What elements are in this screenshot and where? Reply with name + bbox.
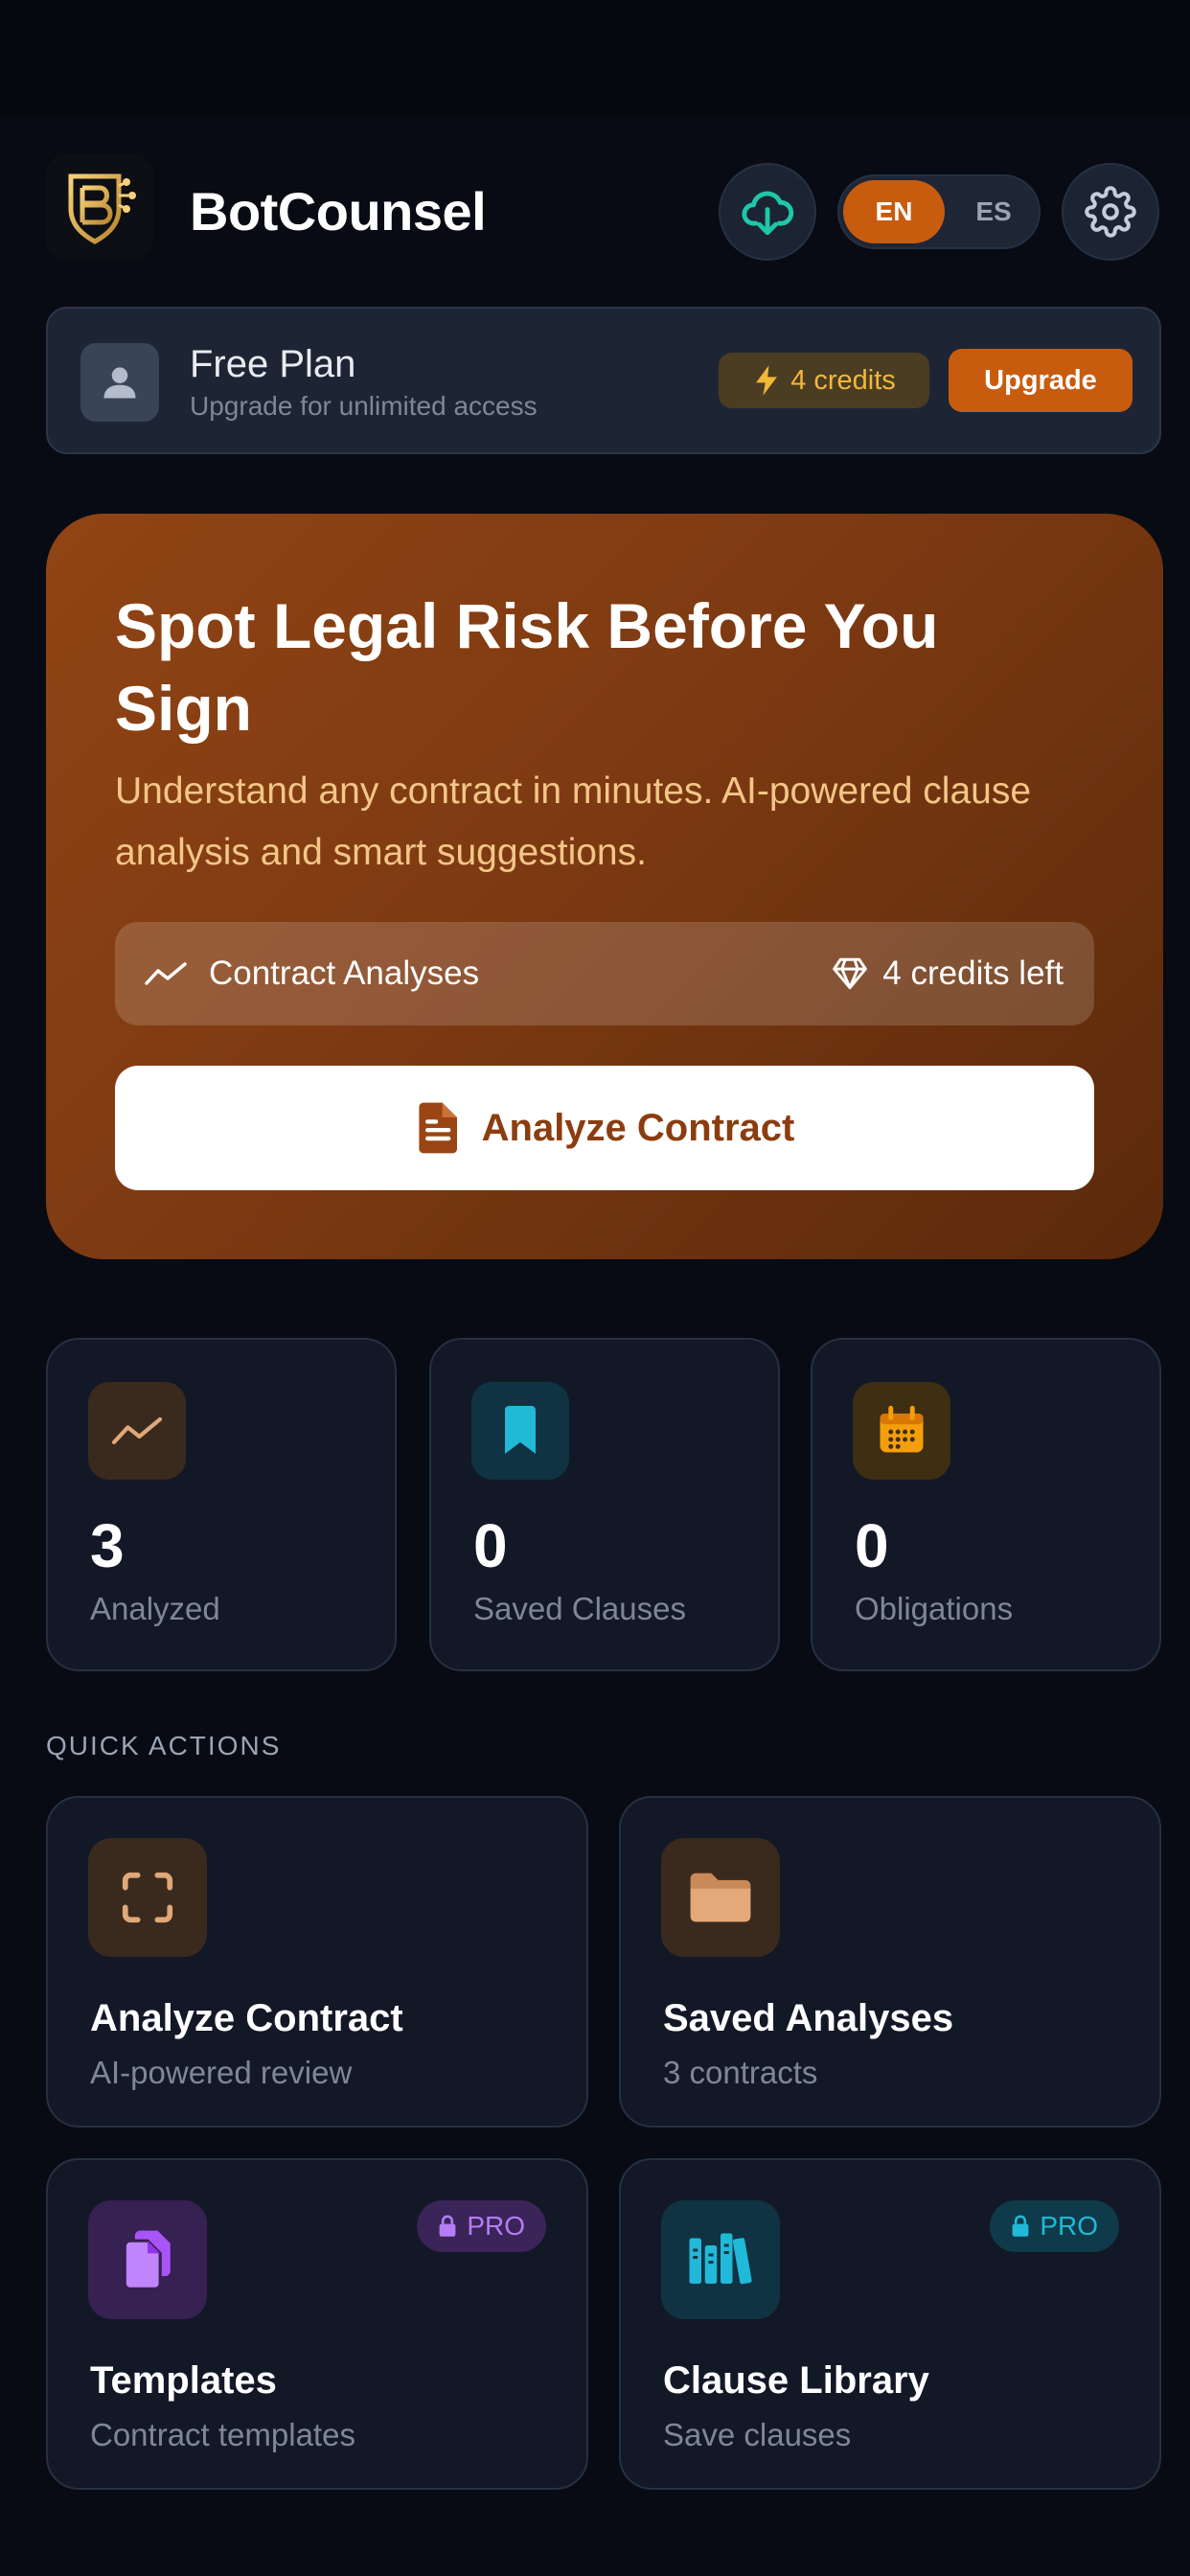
avatar [80,343,159,422]
hero-description: Understand any contract in minutes. AI-p… [115,770,1032,873]
hero-card: Spot Legal Risk Before You Sign Understa… [46,514,1163,1259]
pro-badge-label: PRO [1040,2211,1098,2241]
contract-analyses-label: Contract Analyses [144,922,479,1025]
diamond-icon [833,957,868,990]
cloud-download-button[interactable] [719,163,816,261]
library-icon [689,2233,752,2285]
plan-subtitle: Upgrade for unlimited access [190,391,538,421]
stat-card-saved-clauses[interactable]: 0 Saved Clauses [429,1338,780,1671]
lightning-icon [756,365,778,396]
hero-title: Spot Legal Risk Before You Sign [115,590,939,744]
home-screen: BotCounsel EN ES Free Plan Upgrade for u… [0,0,1190,2576]
stat-value: 0 [855,1511,889,1580]
hero-stats-bar: Contract Analyses 4 credits left [115,922,1094,1025]
hero-credits-left: 4 credits left [882,954,1064,992]
analyze-contract-label: Analyze Contract [481,1106,795,1149]
stat-label: Obligations [855,1591,1014,1626]
stat-label: Saved Clauses [473,1591,686,1626]
action-clause-library[interactable]: PRO Clause Library Save clauses [619,2158,1161,2490]
lock-icon [439,2215,456,2237]
trend-icon [111,1416,163,1445]
language-toggle[interactable]: EN ES [837,174,1041,249]
gear-icon [1085,186,1136,238]
action-icon-box [88,2200,207,2319]
pro-badge-label: PRO [467,2211,525,2241]
document-icon [419,1102,457,1154]
action-subtitle: 3 contracts [663,2055,818,2090]
credits-badge: 4 credits [719,353,929,408]
pro-badge: PRO [417,2200,546,2252]
action-icon-box [661,1838,780,1957]
credits-left-label: 4 credits left [831,922,1064,1025]
stat-value: 3 [90,1511,125,1580]
lang-option-en[interactable]: EN [843,180,945,243]
stat-card-analyzed[interactable]: 3 Analyzed [46,1338,397,1671]
copy-document-icon [123,2230,171,2290]
plan-status-bar[interactable]: Free Plan Upgrade for unlimited access 4… [46,307,1161,454]
action-icon-box [88,1838,207,1957]
action-saved-analyses[interactable]: Saved Analyses 3 contracts [619,1796,1161,2128]
app-logo [46,153,153,261]
calendar-icon [880,1405,924,1453]
stat-card-obligations[interactable]: 0 Obligations [811,1338,1161,1671]
analyze-contract-button[interactable]: Analyze Contract [115,1066,1094,1190]
quick-actions-heading: QUICK ACTIONS [46,1731,282,1760]
action-subtitle: Save clauses [663,2417,852,2452]
pro-badge: PRO [990,2200,1119,2252]
app-header: BotCounsel EN ES [46,153,1159,261]
action-title: Saved Analyses [663,1997,954,2039]
action-subtitle: Contract templates [90,2417,355,2452]
trend-icon [145,962,187,985]
lock-icon [1012,2215,1029,2237]
app-title: BotCounsel [190,181,487,242]
action-subtitle: AI-powered review [90,2055,353,2090]
action-title: Analyze Contract [90,1997,403,2039]
action-templates[interactable]: PRO Templates Contract templates [46,2158,588,2490]
folder-icon [690,1873,751,1922]
stat-value: 0 [473,1511,508,1580]
shield-logo-icon [68,173,136,244]
cloud-download-icon [742,191,794,236]
credits-count: 4 credits [790,364,896,396]
upgrade-button[interactable]: Upgrade [949,349,1133,412]
hero-stats-label: Contract Analyses [209,954,480,992]
lang-option-es[interactable]: ES [952,180,1035,243]
action-analyze-contract[interactable]: Analyze Contract AI-powered review [46,1796,588,2128]
scan-icon [122,1872,173,1923]
plan-title: Free Plan [190,343,356,385]
action-icon-box [661,2200,780,2319]
stat-icon-box [88,1382,186,1480]
stat-icon-box [471,1382,569,1480]
action-title: Clause Library [663,2359,929,2402]
user-icon [103,367,136,399]
status-bar-area [0,0,1190,115]
stat-icon-box [853,1382,950,1480]
settings-button[interactable] [1062,163,1159,261]
stat-label: Analyzed [90,1591,220,1626]
bookmark-icon [505,1406,536,1454]
action-title: Templates [90,2359,277,2402]
